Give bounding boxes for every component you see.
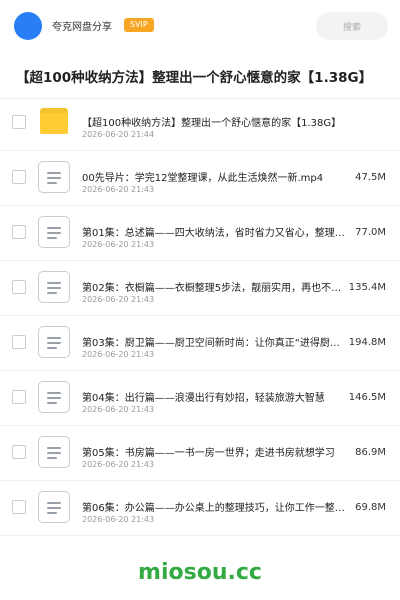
file-name: 第05集：书房篇——一书一房一世界；走进书房就想学习 — [82, 448, 335, 459]
file-name: 第03集：厨卫篇——厨卫空间新时尚：让你真正“进得厨房” — [82, 338, 344, 349]
svip-badge: SVIP — [124, 18, 154, 32]
file-date: 2026-06-20 21:43 — [82, 240, 155, 249]
file-date: 2026-06-20 21:43 — [82, 185, 155, 194]
document-icon — [38, 326, 70, 358]
brand-name: 夸克网盘分享 — [52, 22, 112, 33]
file-size: 135.4M — [348, 282, 386, 293]
document-icon — [38, 271, 70, 303]
file-size: 86.9M — [355, 447, 386, 458]
list-item[interactable]: 第05集：书房篇——一书一房一世界；走进书房就想学习 2026-06-20 21… — [0, 426, 400, 481]
file-name: 第04集：出行篇——浪漫出行有妙招，轻装旅游大智慧 — [82, 393, 325, 404]
checkbox[interactable] — [12, 390, 26, 404]
file-date: 2026-06-20 21:43 — [82, 350, 155, 359]
checkbox[interactable] — [12, 115, 26, 129]
checkbox[interactable] — [12, 170, 26, 184]
list-item[interactable]: 第02集：衣橱篇——衣橱整理5步法，靓丽实用，再也不愁没衣服穿 2026-06-… — [0, 261, 400, 316]
checkbox[interactable] — [12, 500, 26, 514]
list-item[interactable]: 00先导片：学完12堂整理课，从此生活焕然一新.mp4 2026-06-20 2… — [0, 151, 400, 206]
file-name: 00先导片：学完12堂整理课，从此生活焕然一新.mp4 — [82, 173, 324, 184]
file-date: 2026-06-20 21:43 — [82, 295, 155, 304]
document-icon — [38, 436, 70, 468]
file-size: 194.8M — [348, 337, 386, 348]
document-icon — [38, 381, 70, 413]
file-date: 2026-06-20 21:43 — [82, 515, 155, 524]
header: 夸克网盘分享 SVIP 搜索 — [0, 0, 400, 52]
footer-watermark: miosou.cc — [138, 560, 262, 585]
list-item[interactable]: 第03集：厨卫篇——厨卫空间新时尚：让你真正“进得厨房” 2026-06-20 … — [0, 316, 400, 371]
share-title-bar: 【超100种收纳方法】整理出一个舒心惬意的家【1.38G】 — [0, 54, 400, 99]
file-date: 2026-06-20 21:43 — [82, 460, 155, 469]
file-list: 【超100种收纳方法】整理出一个舒心惬意的家【1.38G】 2026-06-20… — [0, 96, 400, 536]
file-date: 2026-06-20 21:43 — [82, 405, 155, 414]
file-name: 第06集：办公篇——办公桌上的整理技巧，让你工作一整天都高效 — [82, 503, 354, 514]
file-name: 第02集：衣橱篇——衣橱整理5步法，靓丽实用，再也不愁没衣服穿 — [82, 283, 346, 294]
folder-icon — [40, 108, 68, 134]
search-input[interactable]: 搜索 — [316, 12, 388, 40]
list-item[interactable]: 第06集：办公篇——办公桌上的整理技巧，让你工作一整天都高效 2026-06-2… — [0, 481, 400, 536]
document-icon — [38, 216, 70, 248]
file-name: 【超100种收纳方法】整理出一个舒心惬意的家【1.38G】 — [82, 118, 342, 129]
avatar[interactable] — [14, 12, 42, 40]
checkbox[interactable] — [12, 335, 26, 349]
file-name: 第01集：总述篇——四大收纳法，省时省力又省心，整理从此不再难 — [82, 228, 348, 239]
page-title: 【超100种收纳方法】整理出一个舒心惬意的家【1.38G】 — [16, 70, 373, 86]
list-item[interactable]: 【超100种收纳方法】整理出一个舒心惬意的家【1.38G】 2026-06-20… — [0, 96, 400, 151]
file-size: 146.5M — [348, 392, 386, 403]
list-item[interactable]: 第04集：出行篇——浪漫出行有妙招，轻装旅游大智慧 2026-06-20 21:… — [0, 371, 400, 426]
checkbox[interactable] — [12, 225, 26, 239]
file-size: 77.0M — [355, 227, 386, 238]
checkbox[interactable] — [12, 280, 26, 294]
checkbox[interactable] — [12, 445, 26, 459]
document-icon — [38, 491, 70, 523]
file-size: 69.8M — [355, 502, 386, 513]
document-icon — [38, 161, 70, 193]
list-item[interactable]: 第01集：总述篇——四大收纳法，省时省力又省心，整理从此不再难 2026-06-… — [0, 206, 400, 261]
file-size: 47.5M — [355, 172, 386, 183]
file-date: 2026-06-20 21:44 — [82, 130, 155, 139]
